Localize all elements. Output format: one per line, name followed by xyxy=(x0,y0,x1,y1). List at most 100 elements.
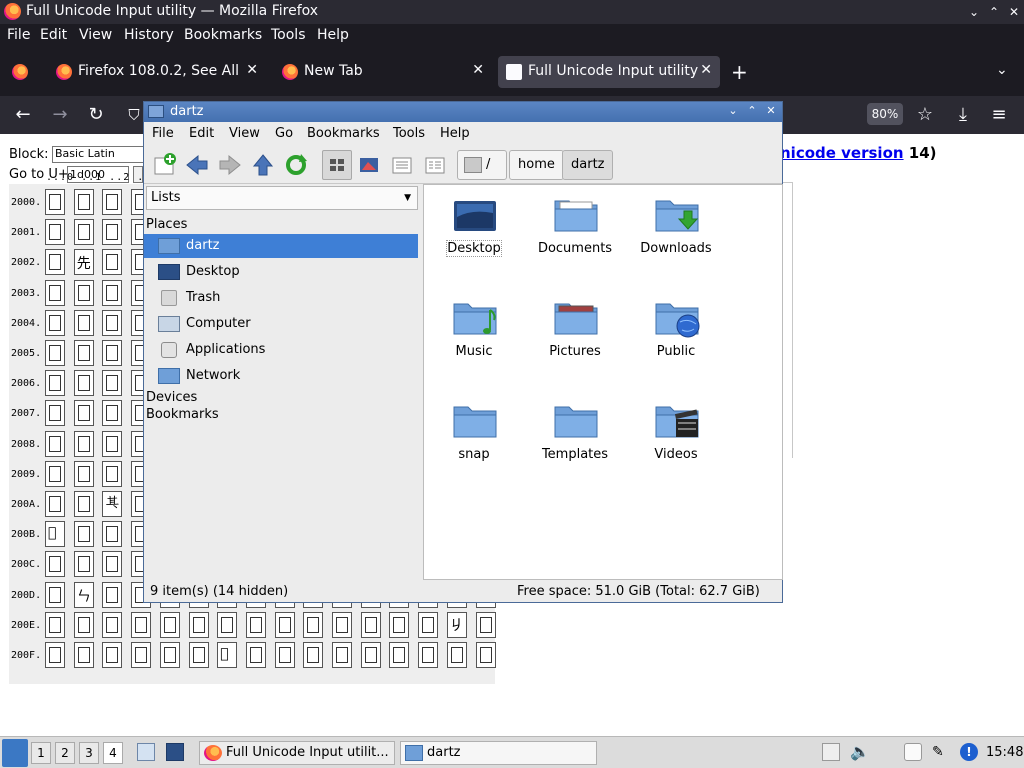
forward-icon[interactable] xyxy=(217,152,243,178)
side-pane-select[interactable]: Lists ▼ xyxy=(146,186,418,210)
fm-menu-help[interactable]: Help xyxy=(440,126,470,141)
fm-menu-go[interactable]: Go xyxy=(275,126,293,141)
file-manager-launcher-icon[interactable] xyxy=(137,743,155,761)
grid-cell[interactable] xyxy=(73,430,94,457)
downloads-icon[interactable]: ⤓ xyxy=(950,102,976,128)
grid-cell[interactable] xyxy=(274,611,295,638)
volume-icon[interactable]: 🔈 xyxy=(850,743,870,761)
detailed-list-view-icon[interactable] xyxy=(422,152,448,178)
grid-cell[interactable] xyxy=(73,491,94,517)
grid-cell[interactable] xyxy=(73,279,94,306)
grid-cell[interactable] xyxy=(45,370,65,397)
file-item-videos[interactable]: Videos xyxy=(626,395,726,485)
grid-cell[interactable] xyxy=(245,611,266,638)
grid-cell[interactable] xyxy=(102,521,123,548)
grid-cell[interactable] xyxy=(45,400,65,427)
grid-cell[interactable] xyxy=(73,309,94,336)
grid-cell[interactable] xyxy=(102,460,123,487)
grid-cell[interactable] xyxy=(475,642,496,668)
sidebar-item-trash[interactable]: Trash xyxy=(144,286,418,310)
file-item-pictures[interactable]: Pictures xyxy=(525,292,625,382)
grid-cell[interactable] xyxy=(446,642,467,668)
thumbnail-view-icon[interactable] xyxy=(356,152,382,178)
breadcrumb-home[interactable]: home xyxy=(509,150,564,180)
grid-cell[interactable] xyxy=(45,551,65,578)
fm-menu-view[interactable]: View xyxy=(229,126,260,141)
grid-cell[interactable] xyxy=(188,611,209,638)
clock[interactable]: 15:48 xyxy=(986,745,1023,760)
grid-cell[interactable] xyxy=(332,611,352,638)
grid-cell[interactable] xyxy=(102,642,123,668)
breadcrumb-root[interactable]: / xyxy=(457,150,507,180)
file-item-music[interactable]: Music xyxy=(424,292,524,382)
reload-icon[interactable] xyxy=(283,152,309,178)
grid-cell[interactable] xyxy=(45,460,65,487)
grid-cell[interactable] xyxy=(102,611,123,638)
update-notification-icon[interactable]: ! xyxy=(960,743,978,761)
task-firefox[interactable]: Full Unicode Input utilit... xyxy=(199,741,395,765)
grid-cell[interactable] xyxy=(102,309,123,336)
grid-cell[interactable] xyxy=(102,279,123,306)
fm-titlebar[interactable]: dartz ⌄ ⌃ ✕ xyxy=(144,102,782,122)
grid-cell[interactable] xyxy=(389,611,410,638)
network-plug-icon[interactable]: ✎ xyxy=(932,743,950,761)
menu-history[interactable]: History xyxy=(124,27,174,43)
fm-menu-edit[interactable]: Edit xyxy=(189,126,214,141)
grid-cell[interactable] xyxy=(73,189,94,215)
grid-cell[interactable] xyxy=(102,400,123,427)
new-tab-icon[interactable] xyxy=(152,152,178,178)
grid-cell[interactable] xyxy=(73,340,94,366)
grid-cell[interactable] xyxy=(45,642,65,668)
icon-view-icon[interactable] xyxy=(322,150,352,180)
fm-maximize-icon[interactable]: ⌃ xyxy=(745,104,759,118)
grid-cell[interactable] xyxy=(45,340,65,366)
start-menu-icon[interactable] xyxy=(2,739,28,767)
minimize-icon[interactable]: ⌄ xyxy=(965,4,983,20)
file-item-downloads[interactable]: Downloads xyxy=(626,189,726,279)
grid-cell[interactable]: 𠀪 xyxy=(102,491,123,517)
up-icon[interactable] xyxy=(250,152,276,178)
grid-cell[interactable] xyxy=(102,189,123,215)
unicode-version-link[interactable]: nicode version xyxy=(780,144,904,162)
grid-cell[interactable] xyxy=(102,340,123,366)
tab-firefox-view[interactable] xyxy=(4,56,40,88)
fm-menu-bookmarks[interactable]: Bookmarks xyxy=(307,126,380,141)
file-item-public[interactable]: Public xyxy=(626,292,726,382)
list-tabs-chevron-down-icon[interactable]: ⌄ xyxy=(996,62,1008,78)
task-dartz[interactable]: dartz xyxy=(400,741,597,765)
grid-cell[interactable] xyxy=(303,611,324,638)
clipboard-icon[interactable] xyxy=(822,743,840,761)
reload-icon[interactable]: ↻ xyxy=(83,102,109,128)
sidebar-item-applications[interactable]: Applications xyxy=(144,338,418,362)
maximize-icon[interactable]: ⌃ xyxy=(985,4,1003,20)
grid-cell[interactable] xyxy=(418,611,439,638)
grid-cell[interactable] xyxy=(217,611,238,638)
grid-cell[interactable] xyxy=(102,551,123,578)
back-arrow-icon[interactable]: ← xyxy=(10,102,36,128)
grid-cell[interactable] xyxy=(102,249,123,276)
fm-menu-tools[interactable]: Tools xyxy=(393,126,425,141)
fm-minimize-icon[interactable]: ⌄ xyxy=(726,104,740,118)
workspace-3[interactable]: 3 xyxy=(79,742,99,764)
menu-bookmarks[interactable]: Bookmarks xyxy=(184,27,262,43)
notes-icon[interactable] xyxy=(904,743,922,761)
grid-cell[interactable] xyxy=(45,491,65,517)
sidebar-item-computer[interactable]: Computer xyxy=(144,312,418,336)
grid-cell[interactable] xyxy=(45,611,65,638)
grid-cell[interactable] xyxy=(73,460,94,487)
bookmark-star-icon[interactable]: ☆ xyxy=(912,102,938,128)
menu-file[interactable]: File xyxy=(7,27,30,43)
tab-close-icon[interactable]: ✕ xyxy=(700,62,712,78)
terminal-launcher-icon[interactable] xyxy=(166,743,184,761)
grid-cell[interactable] xyxy=(418,642,439,668)
grid-cell[interactable]: 𠂮 xyxy=(45,521,65,548)
grid-cell[interactable] xyxy=(73,219,94,246)
hamburger-menu-icon[interactable]: ≡ xyxy=(986,102,1012,128)
grid-cell[interactable] xyxy=(188,642,209,668)
breadcrumb-dartz[interactable]: dartz xyxy=(562,150,614,180)
close-icon[interactable]: ✕ xyxy=(1005,4,1023,20)
grid-cell[interactable] xyxy=(131,642,152,668)
back-icon[interactable] xyxy=(184,152,210,178)
grid-cell[interactable] xyxy=(73,521,94,548)
grid-cell[interactable] xyxy=(475,611,496,638)
